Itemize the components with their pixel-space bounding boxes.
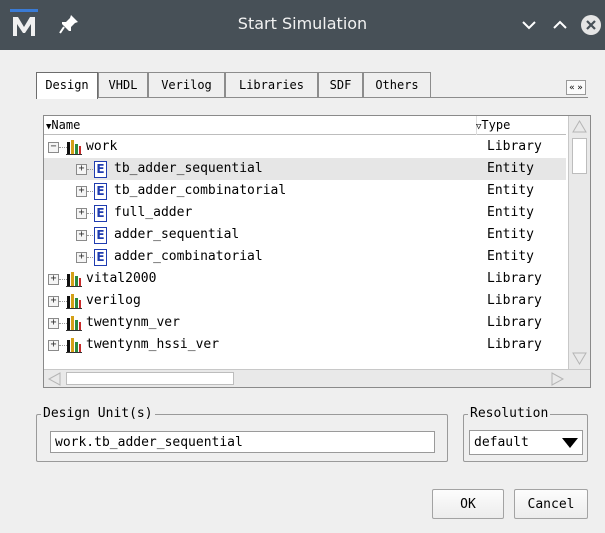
vertical-scroll-thumb[interactable] <box>572 138 587 174</box>
row-name: twentynm_hssi_ver <box>86 337 220 352</box>
design-units-group: Design Unit(s) <box>36 406 448 462</box>
horizontal-scrollbar[interactable] <box>44 369 590 387</box>
title-bar: Start Simulation <box>0 0 605 50</box>
scroll-right-icon[interactable] <box>549 371 566 387</box>
row-type: Library <box>487 315 542 330</box>
chevron-up-icon[interactable] <box>549 14 571 36</box>
row-type: Library <box>487 337 542 352</box>
expand-icon[interactable]: + <box>48 318 59 329</box>
tab-libraries[interactable]: Libraries <box>225 72 318 98</box>
tab-scroll-right-icon[interactable]: » <box>577 83 582 93</box>
window-title: Start Simulation <box>237 14 368 33</box>
horizontal-scroll-thumb[interactable] <box>66 372 234 385</box>
library-icon <box>66 139 82 155</box>
tree-row-library[interactable]: + vital2000 Library <box>44 268 566 290</box>
tab-design[interactable]: Design <box>36 72 98 99</box>
expand-icon[interactable]: + <box>76 230 87 241</box>
column-header-type[interactable]: ▽Type <box>476 118 510 132</box>
entity-icon: E <box>94 227 107 244</box>
row-name: tb_adder_combinatorial <box>114 183 287 198</box>
expand-icon[interactable]: + <box>76 164 87 175</box>
entity-icon: E <box>94 183 107 200</box>
row-name: adder_sequential <box>114 227 240 242</box>
row-name: verilog <box>86 293 141 308</box>
entity-icon: E <box>94 249 107 266</box>
resolution-select[interactable]: default <box>469 430 583 455</box>
entity-icon: E <box>94 161 107 178</box>
tab-scroll-left-icon[interactable]: « <box>569 83 574 93</box>
expand-icon[interactable]: + <box>48 274 59 285</box>
collapse-icon[interactable]: − <box>48 142 59 153</box>
tree-row-library[interactable]: + verilog Library <box>44 290 566 312</box>
resolution-label: Resolution <box>468 406 551 421</box>
list-header: ▼Name ▽Type <box>44 116 566 135</box>
row-name: tb_adder_sequential <box>114 161 263 176</box>
scroll-down-icon[interactable] <box>571 350 588 367</box>
row-name: full_adder <box>114 205 193 220</box>
row-name: work <box>86 139 118 154</box>
scroll-up-icon[interactable] <box>571 118 588 135</box>
expand-icon[interactable]: + <box>48 296 59 307</box>
tree-row-library[interactable]: + twentynm_ver Library <box>44 312 566 334</box>
row-type: Library <box>487 271 542 286</box>
column-header-name[interactable]: ▼Name <box>46 118 80 132</box>
tree-row-entity[interactable]: + Etb_adder_sequential Entity <box>44 158 566 180</box>
ok-button[interactable]: OK <box>432 489 504 519</box>
row-name: adder_combinatorial <box>114 249 263 264</box>
tab-scroll-buttons[interactable]: « » <box>566 80 586 95</box>
tree-row-entity[interactable]: + Etb_adder_combinatorial Entity <box>44 180 566 202</box>
tree-row-entity[interactable]: + Eadder_combinatorial Entity <box>44 246 566 268</box>
cancel-button[interactable]: Cancel <box>514 489 588 519</box>
row-name: vital2000 <box>86 271 157 286</box>
library-icon <box>66 293 82 309</box>
library-icon <box>66 337 82 353</box>
row-type: Entity <box>487 183 534 198</box>
row-type: Entity <box>487 227 534 242</box>
dropdown-arrow-icon[interactable] <box>562 438 578 448</box>
chevron-down-icon[interactable] <box>518 14 540 36</box>
resolution-value: default <box>474 435 529 450</box>
scroll-left-icon[interactable] <box>46 371 63 387</box>
row-type: Library <box>487 293 542 308</box>
library-icon <box>66 271 82 287</box>
tab-verilog[interactable]: Verilog <box>148 72 225 98</box>
tab-panel-border <box>36 97 588 98</box>
row-type: Entity <box>487 249 534 264</box>
tab-others[interactable]: Others <box>363 72 431 98</box>
library-tree[interactable]: ▼Name ▽Type − work Library + Etb_adder_seque… <box>43 115 591 388</box>
resolution-group: Resolution default <box>463 406 588 462</box>
row-type: Library <box>487 139 542 154</box>
tree-row-entity[interactable]: + Efull_adder Entity <box>44 202 566 224</box>
entity-icon: E <box>94 205 107 222</box>
tree-row-entity[interactable]: + Eadder_sequential Entity <box>44 224 566 246</box>
close-icon[interactable] <box>580 14 602 36</box>
library-icon <box>66 315 82 331</box>
expand-icon[interactable]: + <box>76 252 87 263</box>
design-unit-input[interactable] <box>50 431 435 453</box>
tab-vhdl[interactable]: VHDL <box>98 72 148 98</box>
tree-rows: − work Library + Etb_adder_sequential Entity +… <box>44 136 566 356</box>
row-type: Entity <box>487 161 534 176</box>
design-units-label: Design Unit(s) <box>41 406 155 421</box>
row-name: twentynm_ver <box>86 315 180 330</box>
expand-icon[interactable]: + <box>76 208 87 219</box>
expand-icon[interactable]: + <box>76 186 87 197</box>
tree-row-library[interactable]: + twentynm_hssi_ver Library <box>44 334 566 356</box>
vertical-scrollbar[interactable] <box>568 116 590 369</box>
tree-row-library[interactable]: − work Library <box>44 136 566 158</box>
expand-icon[interactable]: + <box>48 340 59 351</box>
tab-sdf[interactable]: SDF <box>318 72 363 98</box>
row-type: Entity <box>487 205 534 220</box>
